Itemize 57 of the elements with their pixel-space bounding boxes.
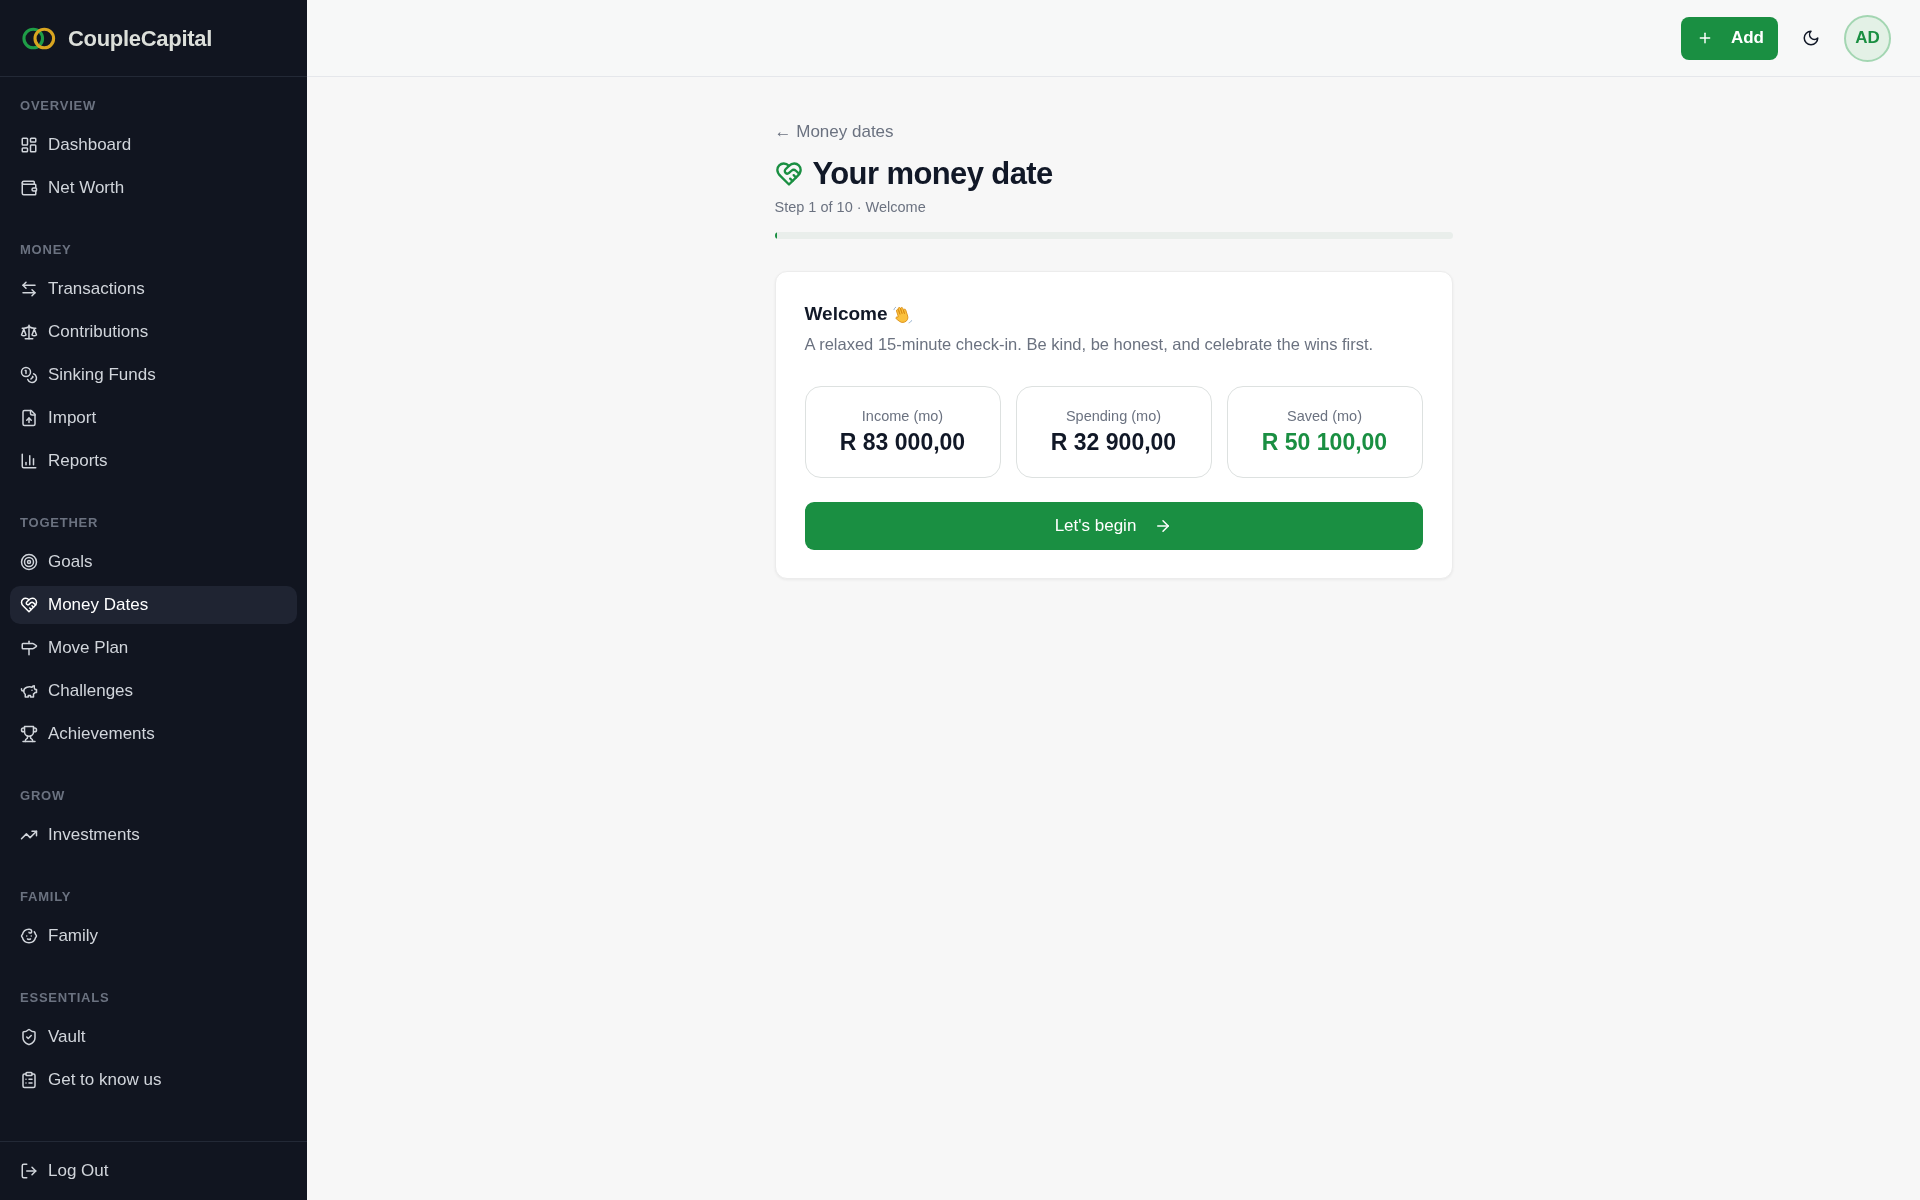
- heart-handshake-icon: [774, 160, 803, 188]
- target-icon: [20, 553, 38, 571]
- section-label: OVERVIEW: [19, 98, 98, 114]
- sidebar-item[interactable]: Vault: [10, 1018, 297, 1056]
- logout-link[interactable]: Log Out: [10, 1152, 119, 1190]
- trophy-icon: [20, 725, 38, 743]
- clipboard-icon: [20, 1071, 38, 1089]
- page-title: Your money date: [812, 155, 1053, 193]
- moon-icon[interactable]: [1802, 29, 1820, 47]
- stat-label: Saved (mo): [1286, 407, 1363, 426]
- sidebar-item[interactable]: Net Worth: [10, 169, 297, 207]
- stat-label: Income (mo): [860, 407, 945, 426]
- sidebar-item[interactable]: Reports: [10, 442, 297, 480]
- card-description: A relaxed 15-minute check-in. Be kind, be honest, and celebrate the wins first.: [804, 334, 1375, 355]
- sidebar-item[interactable]: Dashboard: [10, 126, 297, 164]
- arrows-left-right-icon: [20, 280, 38, 298]
- sidebar-item[interactable]: Sinking Funds: [10, 356, 297, 394]
- section-label: FAMILY: [19, 889, 73, 905]
- sidebar-item[interactable]: Investments: [10, 816, 297, 854]
- heart-handshake-icon: [20, 596, 38, 614]
- add-button[interactable]: Add: [1680, 16, 1778, 60]
- logout-icon: [20, 1162, 38, 1180]
- scale-icon: [20, 323, 38, 341]
- baby-face-icon: [20, 927, 38, 945]
- stat-value: R 50 100,00: [1260, 428, 1389, 457]
- rings-logo-icon: [22, 26, 56, 50]
- sidebar-item[interactable]: Challenges: [10, 672, 297, 710]
- sidebar-item[interactable]: Get to know us: [10, 1061, 297, 1099]
- sidebar-item[interactable]: Money Dates: [10, 586, 297, 624]
- wallet-icon: [20, 179, 38, 197]
- stat-value: R 32 900,00: [1049, 428, 1178, 457]
- piggy-bank-icon: [20, 682, 38, 700]
- sidebar-item[interactable]: Import: [10, 399, 297, 437]
- coins-icon: [20, 366, 38, 384]
- section-label: TOGETHER: [19, 515, 100, 531]
- sidebar-item[interactable]: Transactions: [10, 270, 297, 308]
- signpost-icon: [20, 639, 38, 657]
- file-upload-icon: [20, 409, 38, 427]
- card-title: Welcome: [804, 302, 888, 326]
- section-label: MONEY: [19, 242, 73, 258]
- stat-value: R 83 000,00: [838, 428, 967, 457]
- section-label: ESSENTIALS: [19, 990, 111, 1006]
- begin-button[interactable]: Let's begin: [804, 502, 1423, 550]
- bar-chart-icon: [20, 452, 38, 470]
- section-label: GROW: [19, 788, 66, 804]
- sidebar-item[interactable]: Goals: [10, 543, 297, 581]
- sidebar-item[interactable]: Move Plan: [10, 629, 297, 667]
- sidebar-item[interactable]: Contributions: [10, 313, 297, 351]
- sidebar-item[interactable]: Achievements: [10, 715, 297, 753]
- shield-check-icon: [20, 1028, 38, 1046]
- layout-grid-icon: [20, 136, 38, 154]
- sidebar-item[interactable]: Family: [10, 917, 297, 955]
- stat-label: Spending (mo): [1064, 407, 1163, 426]
- brand-name: CoupleCapital: [68, 24, 212, 53]
- avatar[interactable]: AD: [1844, 14, 1891, 62]
- back-link[interactable]: ← Money dates: [774, 120, 894, 144]
- step-subtitle: Step 1 of 10 · Welcome: [774, 198, 927, 217]
